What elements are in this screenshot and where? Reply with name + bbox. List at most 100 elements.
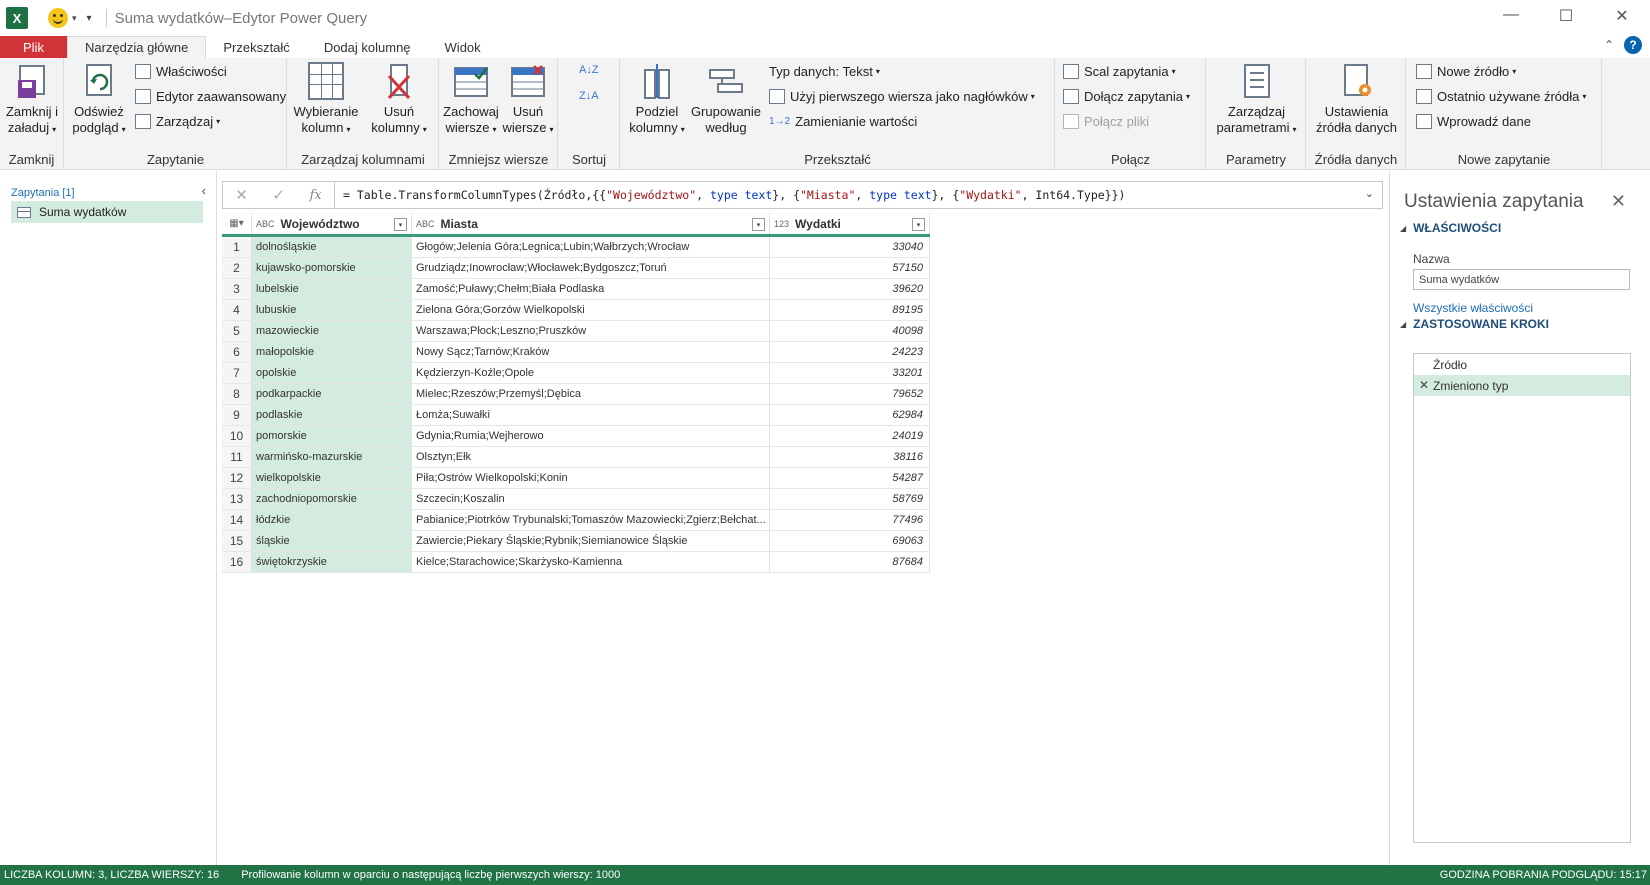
delete-step-icon[interactable]: ✕ <box>1419 378 1429 392</box>
cell-wydatki[interactable]: 87684 <box>770 552 930 572</box>
close-button[interactable]: ✕ <box>1607 6 1637 26</box>
minimize-button[interactable]: — <box>1496 6 1526 24</box>
tab-add-column[interactable]: Dodaj kolumnę <box>307 36 428 58</box>
cell-miasta[interactable]: Kędzierzyn-Koźle;Opole <box>412 363 770 383</box>
cell-miasta[interactable]: Warszawa;Płock;Leszno;Pruszków <box>412 321 770 341</box>
query-item[interactable]: Suma wydatków <box>11 201 203 223</box>
use-first-row-as-headers-button[interactable]: Użyj pierwszego wiersza jako nagłówków ▾ <box>769 89 1035 104</box>
remove-rows-button[interactable]: Usuń wiersze ▾ <box>500 62 556 138</box>
cell-wojewodztwo[interactable]: pomorskie <box>252 426 412 446</box>
advanced-editor-button[interactable]: Edytor zaawansowany <box>135 89 286 104</box>
cell-miasta[interactable]: Zamość;Puławy;Chełm;Biała Podlaska <box>412 279 770 299</box>
cell-wydatki[interactable]: 57150 <box>770 258 930 278</box>
confirm-formula-icon[interactable]: ✓ <box>272 186 285 204</box>
cell-wojewodztwo[interactable]: lubuskie <box>252 300 412 320</box>
cell-wojewodztwo[interactable]: mazowieckie <box>252 321 412 341</box>
cell-miasta[interactable]: Grudziądz;Inowrocław;Włocławek;Bydgoszcz… <box>412 258 770 278</box>
collapse-pane-icon[interactable]: ‹ <box>202 183 206 198</box>
cell-miasta[interactable]: Gdynia;Rumia;Wejherowo <box>412 426 770 446</box>
sort-descending-button[interactable]: Z↓A <box>579 90 599 102</box>
cell-miasta[interactable]: Głogów;Jelenia Góra;Legnica;Lubin;Wałbrz… <box>412 237 770 257</box>
filter-dropdown-icon[interactable]: ▾ <box>752 218 765 231</box>
column-header-wydatki[interactable]: 123 Wydatki ▾ <box>770 213 930 234</box>
applied-steps-section-header[interactable]: ◢ ZASTOSOWANE KROKI <box>1400 317 1549 331</box>
all-properties-link[interactable]: Wszystkie właściwości <box>1413 301 1533 315</box>
cell-wydatki[interactable]: 39620 <box>770 279 930 299</box>
choose-columns-button[interactable]: Wybieranie kolumn ▾ <box>292 62 360 138</box>
cell-wydatki[interactable]: 62984 <box>770 405 930 425</box>
manage-parameters-button[interactable]: Zarządzaj parametrami ▾ <box>1211 62 1302 138</box>
cell-wojewodztwo[interactable]: dolnośląskie <box>252 237 412 257</box>
cell-miasta[interactable]: Zawiercie;Piekary Śląskie;Rybnik;Siemian… <box>412 531 770 551</box>
cell-miasta[interactable]: Pabianice;Piotrków Trybunalski;Tomaszów … <box>412 510 770 530</box>
cell-wojewodztwo[interactable]: lubelskie <box>252 279 412 299</box>
collapse-ribbon-icon[interactable]: ⌃ <box>1604 38 1614 52</box>
cell-wojewodztwo[interactable]: podlaskie <box>252 405 412 425</box>
close-and-load-button[interactable]: Zamknij i załaduj ▾ <box>4 62 60 138</box>
group-by-button[interactable]: Grupowanie według <box>689 62 763 136</box>
table-menu-icon[interactable]: ▦▾ <box>222 213 252 234</box>
append-queries-button[interactable]: Dołącz zapytania ▾ <box>1063 89 1190 104</box>
tab-view[interactable]: Widok <box>428 36 498 58</box>
cell-wydatki[interactable]: 79652 <box>770 384 930 404</box>
cell-wojewodztwo[interactable]: zachodniopomorskie <box>252 489 412 509</box>
cell-wydatki[interactable]: 58769 <box>770 489 930 509</box>
cell-miasta[interactable]: Piła;Ostrów Wielkopolski;Konin <box>412 468 770 488</box>
cell-wydatki[interactable]: 33201 <box>770 363 930 383</box>
tab-home[interactable]: Narzędzia główne <box>67 36 207 58</box>
cell-wydatki[interactable]: 24223 <box>770 342 930 362</box>
number-type-icon[interactable]: 123 <box>774 219 789 229</box>
fx-icon[interactable]: fx <box>310 188 322 203</box>
smiley-feedback-icon[interactable] <box>48 8 68 28</box>
help-icon[interactable]: ? <box>1624 36 1642 54</box>
cell-wydatki[interactable]: 54287 <box>770 468 930 488</box>
data-type-dropdown[interactable]: Typ danych: Tekst ▾ <box>769 64 880 79</box>
cell-wojewodztwo[interactable]: wielkopolskie <box>252 468 412 488</box>
cell-wojewodztwo[interactable]: śląskie <box>252 531 412 551</box>
cell-wydatki[interactable]: 24019 <box>770 426 930 446</box>
text-type-icon[interactable]: ABC <box>256 219 275 229</box>
merge-queries-button[interactable]: Scal zapytania ▾ <box>1063 64 1176 79</box>
cell-wojewodztwo[interactable]: łódzkie <box>252 510 412 530</box>
recent-sources-button[interactable]: Ostatnio używane źródła ▾ <box>1416 89 1586 104</box>
cell-miasta[interactable]: Zielona Góra;Gorzów Wielkopolski <box>412 300 770 320</box>
column-header-miasta[interactable]: ABC Miasta ▾ <box>412 213 770 234</box>
keep-rows-button[interactable]: Zachowaj wiersze ▾ <box>442 62 500 138</box>
column-header-wojewodztwo[interactable]: ABC Województwo ▾ <box>252 213 412 234</box>
manage-button[interactable]: Zarządzaj ▾ <box>135 114 220 129</box>
remove-columns-button[interactable]: Usuń kolumny ▾ <box>366 62 432 138</box>
cell-miasta[interactable]: Szczecin;Koszalin <box>412 489 770 509</box>
step-item-source[interactable]: Źródło <box>1414 354 1630 375</box>
tab-transform[interactable]: Przekształć <box>206 36 306 58</box>
step-item-changed-type[interactable]: ✕ Zmieniono typ <box>1414 375 1630 396</box>
cell-wydatki[interactable]: 69063 <box>770 531 930 551</box>
maximize-button[interactable]: ☐ <box>1551 6 1581 26</box>
data-source-settings-button[interactable]: Ustawienia źródła danych <box>1309 62 1404 136</box>
refresh-preview-button[interactable]: Odśwież podgląd ▾ <box>69 62 129 138</box>
properties-button[interactable]: Właściwości <box>135 64 227 79</box>
cell-wojewodztwo[interactable]: opolskie <box>252 363 412 383</box>
cell-wydatki[interactable]: 89195 <box>770 300 930 320</box>
cell-miasta[interactable]: Nowy Sącz;Tarnów;Kraków <box>412 342 770 362</box>
properties-section-header[interactable]: ◢ WŁAŚCIWOŚCI <box>1400 221 1501 235</box>
cell-wydatki[interactable]: 77496 <box>770 510 930 530</box>
combine-files-button[interactable]: Połącz pliki <box>1063 114 1149 129</box>
sort-ascending-button[interactable]: A↓Z <box>579 64 599 76</box>
cell-wydatki[interactable]: 40098 <box>770 321 930 341</box>
replace-values-button[interactable]: 1→2 Zamienianie wartości <box>769 114 917 129</box>
new-source-button[interactable]: Nowe źródło ▾ <box>1416 64 1516 79</box>
status-profiling[interactable]: Profilowanie kolumn w oparciu o następuj… <box>241 869 620 881</box>
query-name-input[interactable] <box>1413 269 1630 290</box>
tab-file[interactable]: Plik <box>0 36 67 58</box>
cell-wojewodztwo[interactable]: kujawsko-pomorskie <box>252 258 412 278</box>
cell-wydatki[interactable]: 33040 <box>770 237 930 257</box>
text-type-icon[interactable]: ABC <box>416 219 435 229</box>
quick-access-customize-icon[interactable]: ▾ <box>87 13 92 24</box>
enter-data-button[interactable]: Wprowadź dane <box>1416 114 1531 129</box>
filter-dropdown-icon[interactable]: ▾ <box>394 218 407 231</box>
cell-wojewodztwo[interactable]: małopolskie <box>252 342 412 362</box>
filter-dropdown-icon[interactable]: ▾ <box>912 218 925 231</box>
cancel-formula-icon[interactable]: ✕ <box>235 186 248 204</box>
chevron-down-icon[interactable]: ⌄ <box>1365 187 1374 200</box>
cell-wojewodztwo[interactable]: podkarpackie <box>252 384 412 404</box>
